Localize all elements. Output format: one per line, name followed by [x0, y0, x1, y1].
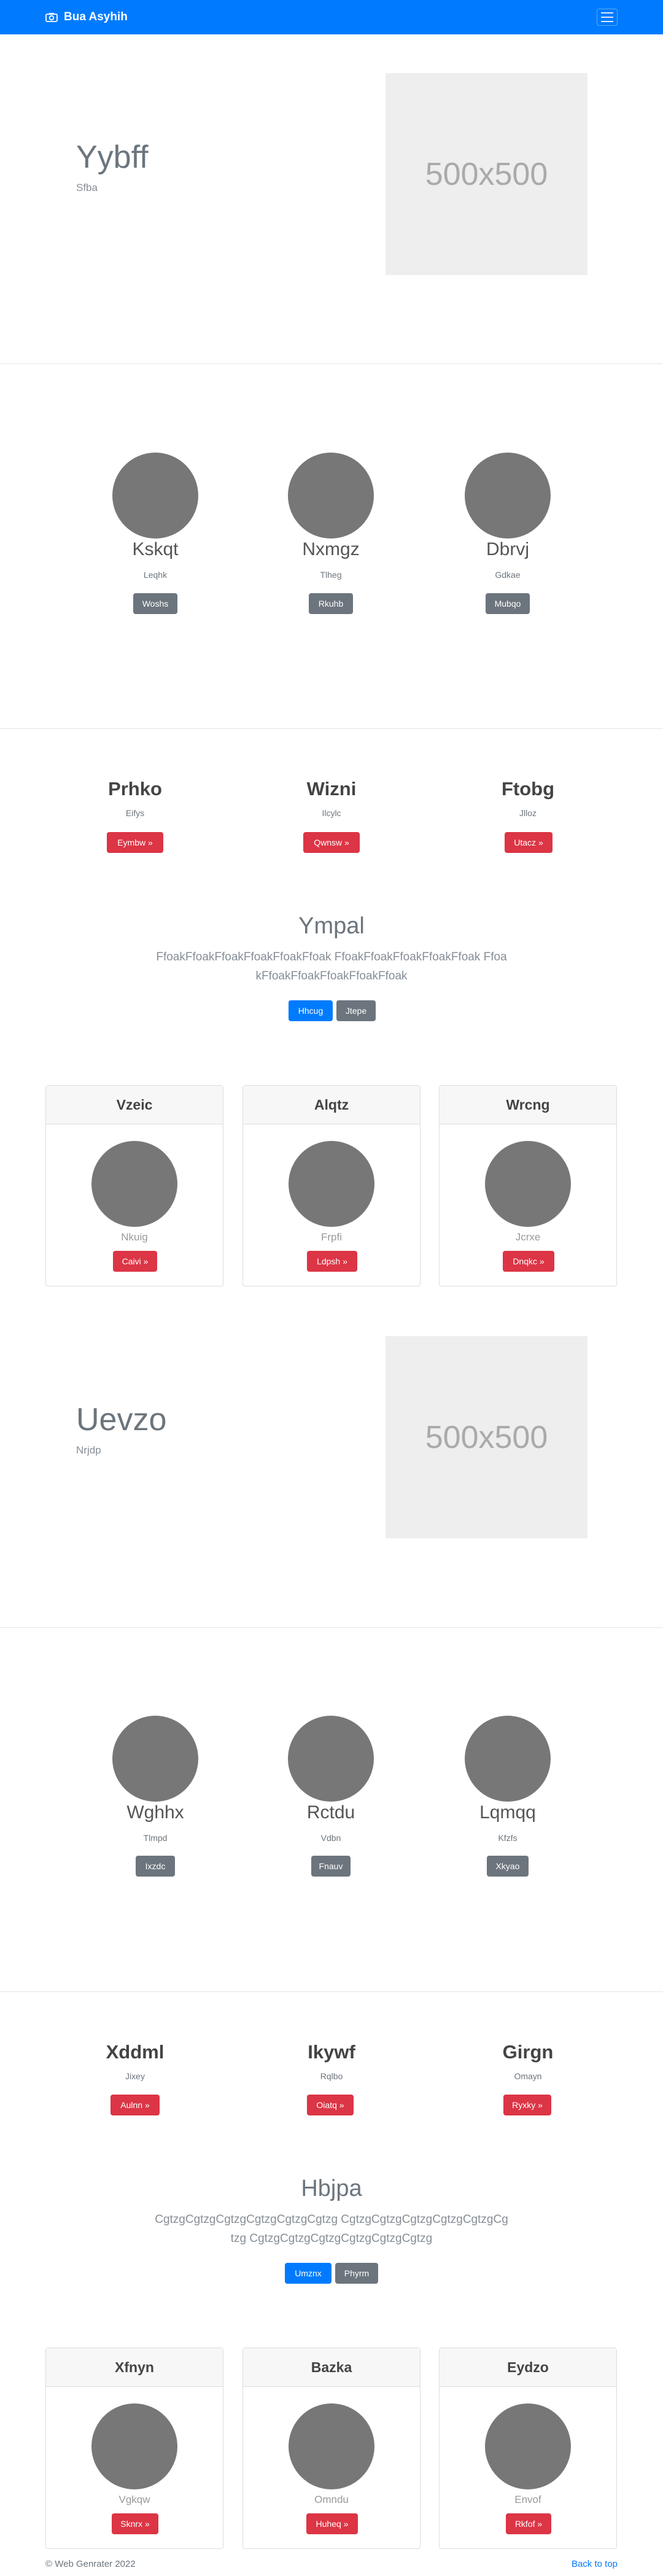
lead-text: FfoakFfoakFfoakFfoakFfoakFfoak FfoakFfoa… [156, 951, 507, 983]
feature-button[interactable]: Aulnn » [110, 2095, 160, 2115]
feature-title: Girgn [502, 2041, 554, 2063]
hamburger-menu-icon[interactable] [597, 9, 618, 26]
team-member-name: Lqmqq [479, 1802, 536, 1823]
team-member-role: Vdbn [320, 1833, 341, 1843]
team-button[interactable]: Fnauv [311, 1856, 351, 1877]
lead-primary-button[interactable]: Umznx [285, 2263, 332, 2284]
feature-title: Ftobg [501, 778, 555, 800]
card-label: Jcrxe [515, 1231, 541, 1243]
lead-title: Hbjpa [301, 2176, 362, 2201]
team-member-role: Leqhk [143, 570, 168, 580]
hero-title: Yybff [76, 139, 149, 175]
card-header: Eydzo [440, 2348, 616, 2387]
lead-secondary-button[interactable]: Jtepe [336, 1000, 376, 1021]
card-label: Nkuig [121, 1231, 148, 1243]
card-label: Omndu [314, 2494, 349, 2505]
team-member-name: Nxmgz [302, 539, 360, 559]
team-member-role: Tlmpd [143, 1833, 168, 1843]
team-member-name: Rctdu [306, 1802, 355, 1823]
lead-primary-button[interactable]: Hhcug [289, 1000, 333, 1021]
card-avatar [485, 2403, 571, 2489]
feature-button[interactable]: Ryxky » [503, 2095, 551, 2115]
avatar [465, 453, 551, 539]
section-divider [0, 728, 663, 729]
card-avatar [289, 2403, 374, 2489]
lead-title: Ympal [298, 913, 365, 939]
section-divider [0, 1627, 663, 1628]
card-header: Alqtz [243, 1086, 420, 1124]
card-header: Bazka [243, 2348, 420, 2387]
team-member-name: Dbrvj [486, 539, 529, 559]
team-button[interactable]: Ixzdc [136, 1856, 175, 1877]
card: Xfnyn Vgkqw Sknrx » [45, 2348, 223, 2549]
card-label: Frpfi [321, 1231, 342, 1243]
card-button[interactable]: Huheq » [306, 2513, 358, 2534]
hero-subtitle: Nrjdp [76, 1444, 101, 1456]
feature-subtitle: Jixey [125, 2071, 145, 2081]
card-button[interactable]: Caivi » [113, 1251, 157, 1272]
card-header: Xfnyn [46, 2348, 223, 2387]
card-header: Vzeic [46, 1086, 223, 1124]
section-divider [0, 1991, 663, 1992]
brand-name: Bua Asyhih [64, 10, 128, 23]
feature-button[interactable]: Eymbw » [107, 832, 163, 853]
card: Eydzo Envof Rkfof » [439, 2348, 617, 2549]
card: Vzeic Nkuig Caivi » [45, 1085, 223, 1286]
feature-button[interactable]: Oiatq » [307, 2095, 354, 2115]
team-member-role: Kfzfs [498, 1833, 518, 1843]
card-avatar [289, 1141, 374, 1227]
feature-button[interactable]: Qwnsw » [303, 832, 360, 853]
feature-button[interactable]: Utacz » [505, 832, 552, 853]
placeholder-image: 500x500 [386, 73, 587, 275]
team-button[interactable]: Xkyao [487, 1856, 529, 1877]
feature-subtitle: Ilcylc [322, 808, 341, 818]
team-button[interactable]: Rkuhb [309, 593, 353, 614]
feature-subtitle: Omayn [514, 2071, 542, 2081]
card-button[interactable]: Dnqkc » [503, 1251, 554, 1272]
lead-secondary-button[interactable]: Phyrm [335, 2263, 378, 2284]
feature-title: Prhko [108, 778, 162, 800]
card-avatar [91, 2403, 177, 2489]
team-button[interactable]: Mubqo [486, 593, 530, 614]
team-member-name: Kskqt [132, 539, 179, 559]
footer-copyright: © Web Genrater 2022 [45, 2559, 136, 2569]
lead-text: CgtzgCgtzgCgtzgCgtzgCgtzgCgtzg CgtzgCgtz… [155, 2213, 508, 2245]
team-button[interactable]: Woshs [133, 593, 177, 614]
avatar [112, 1716, 198, 1802]
placeholder-image: 500x500 [386, 1336, 587, 1538]
brand-link[interactable]: Bua Asyhih [45, 10, 128, 24]
card-header: Wrcng [440, 1086, 616, 1124]
card-label: Envof [514, 2494, 541, 2505]
card: Bazka Omndu Huheq » [242, 2348, 421, 2549]
navbar: Bua Asyhih [0, 0, 663, 34]
card-button[interactable]: Rkfof » [506, 2513, 551, 2534]
avatar [465, 1716, 551, 1802]
feature-subtitle: Jlloz [519, 808, 537, 818]
back-to-top-link[interactable]: Back to top [572, 2559, 618, 2569]
card-avatar [485, 1141, 571, 1227]
card-button[interactable]: Sknrx » [112, 2513, 158, 2534]
team-member-name: Wghhx [126, 1802, 184, 1823]
camera-icon [45, 13, 58, 22]
feature-title: Wizni [306, 778, 357, 800]
avatar [112, 453, 198, 539]
team-member-role: Gdkae [495, 570, 521, 580]
card-avatar [91, 1141, 177, 1227]
card-button[interactable]: Ldpsh » [307, 1251, 357, 1272]
feature-title: Ikywf [308, 2041, 355, 2063]
feature-title: Xddml [106, 2041, 165, 2063]
feature-subtitle: Rqlbo [320, 2071, 343, 2081]
card-label: Vgkqw [118, 2494, 150, 2505]
card: Wrcng Jcrxe Dnqkc » [439, 1085, 617, 1286]
hero-subtitle: Sfba [76, 182, 98, 193]
avatar [288, 453, 374, 539]
hero-title: Uevzo [76, 1402, 167, 1438]
team-member-role: Tlheg [320, 570, 342, 580]
card: Alqtz Frpfi Ldpsh » [242, 1085, 421, 1286]
avatar [288, 1716, 374, 1802]
feature-subtitle: Eifys [125, 808, 145, 818]
